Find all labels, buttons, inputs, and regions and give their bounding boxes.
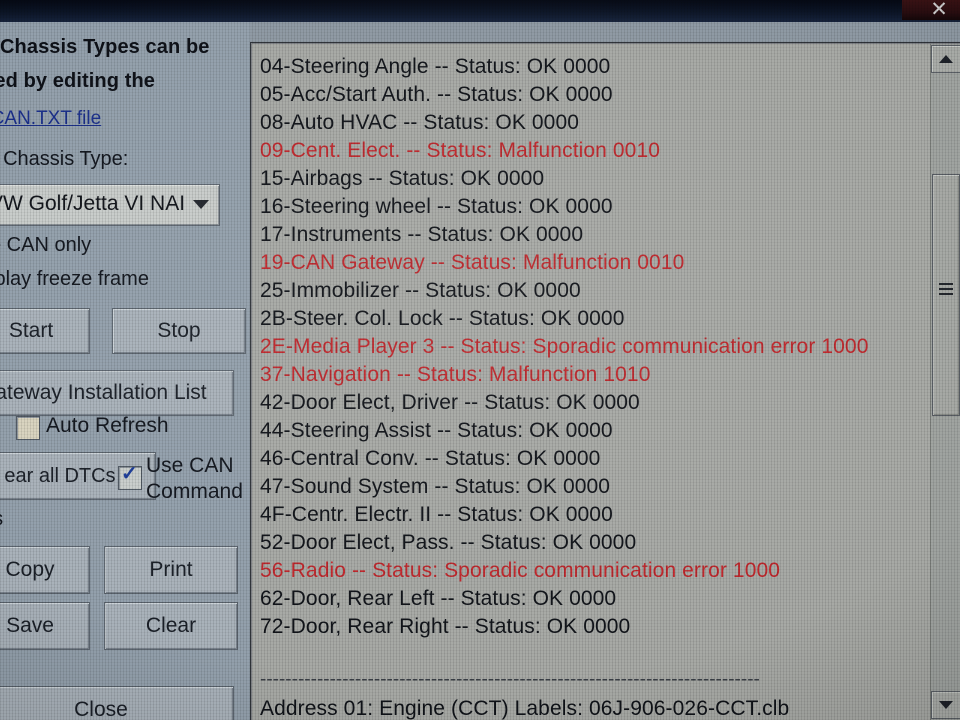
scan-result-row[interactable]: 17-Instruments -- Status: OK 0000 [255,221,927,249]
stop-button[interactable]: Stop [112,308,246,354]
scan-result-row[interactable]: 44-Steering Assist -- Status: OK 0000 [255,417,927,445]
scan-result-row[interactable]: 16-Steering wheel -- Status: OK 0000 [255,193,927,221]
use-can-command-label-line1: Use CAN [146,454,234,477]
chevron-down-icon[interactable] [193,200,209,209]
copy-button[interactable]: Copy [0,546,90,594]
scan-result-row[interactable]: 05-Acc/Start Auth. -- Status: OK 0000 [255,81,927,109]
chassis-type-label: ct Chassis Type: [0,148,129,170]
clear-button[interactable]: Clear [104,602,238,650]
scan-result-row[interactable]: 25-Immobilizer -- Status: OK 0000 [255,277,927,305]
autoscan-txt-link[interactable]: SCAN.TXT file [0,108,101,130]
scan-results-rows: 04-Steering Angle -- Status: OK 0000 05-A… [255,53,927,720]
scan-result-row[interactable]: 2E-Media Player 3 -- Status: Sporadic co… [255,333,927,361]
scrollbar-grip-icon [939,283,953,296]
print-button[interactable]: Print [104,546,238,594]
use-can-only-label[interactable]: se CAN only [0,234,91,257]
triangle-down-icon [939,701,953,709]
scan-result-row[interactable]: 72-Door, Rear Right -- Status: OK 0000 [255,613,927,641]
results-group-label: ults [0,508,3,531]
scan-result-row[interactable]: 46-Central Conv. -- Status: OK 0000 [255,445,927,473]
auto-refresh-label[interactable]: Auto Refresh [46,414,169,438]
scan-result-row[interactable]: 56-Radio -- Status: Sporadic communicati… [255,557,927,585]
scan-result-row[interactable]: 62-Door, Rear Left -- Status: OK 0000 [255,585,927,613]
scan-result-row[interactable]: 19-CAN Gateway -- Status: Malfunction 00… [255,249,927,277]
controller-address-line[interactable]: Address 01: Engine (CCT) Labels: 06J-906… [255,695,927,720]
scan-result-row[interactable]: 09-Cent. Elect. -- Status: Malfunction 0… [255,137,927,165]
use-can-command-checkbox[interactable] [118,463,142,490]
chassis-hint-line2: fied by editing the [0,70,156,92]
scroll-down-button[interactable] [931,691,960,719]
scan-result-row[interactable]: 4F-Centr. Electr. II -- Status: OK 0000 [255,501,927,529]
scan-result-row[interactable]: 52-Door Elect, Pass. -- Status: OK 0000 [255,529,927,557]
close-icon[interactable]: ✕ [926,0,952,22]
scan-result-row[interactable]: 08-Auto HVAC -- Status: OK 0000 [255,109,927,137]
close-button[interactable]: Close [0,686,234,720]
scan-result-row[interactable]: 04-Steering Angle -- Status: OK 0000 [255,53,927,81]
gateway-installation-list-button[interactable]: ateway Installation List [0,370,234,416]
list-separator: ----------------------------------------… [260,669,760,690]
chassis-hint-line1: Chassis Types can be [0,36,210,58]
scroll-up-button[interactable] [931,45,960,73]
scan-result-row[interactable]: 2B-Steer. Col. Lock -- Status: OK 0000 [255,305,927,333]
desktop-top-strip [0,0,960,22]
dialog-inner-content: Chassis Types can be fied by editing the… [0,22,250,720]
scan-results-listbox[interactable]: 04-Steering Angle -- Status: OK 0000 05-A… [250,42,960,720]
monitor-photo-screen: ✕ Chassis Types can be fied by editing t… [0,0,960,720]
save-button[interactable]: Save [0,602,90,650]
chassis-type-value: VW Golf/Jetta VI NAI [0,192,186,215]
autoscan-dialog-panel: Chassis Types can be fied by editing the… [0,22,250,720]
scan-result-row[interactable]: 37-Navigation -- Status: Malfunction 101… [255,361,927,389]
scan-result-row[interactable]: 42-Door Elect, Driver -- Status: OK 0000 [255,389,927,417]
display-freeze-frame-label[interactable]: isplay freeze frame [0,268,149,291]
chassis-type-select[interactable]: VW Golf/Jetta VI NAI [0,184,220,226]
scan-result-row[interactable]: 47-Sound System -- Status: OK 0000 [255,473,927,501]
use-can-command-label-line2: Command [146,480,243,503]
start-button[interactable]: Start [0,308,90,354]
scan-result-row[interactable]: 15-Airbags -- Status: OK 0000 [255,165,927,193]
auto-refresh-checkbox[interactable] [16,416,40,440]
scrollbar-vertical[interactable] [930,44,960,720]
scrollbar-thumb[interactable] [932,174,960,416]
triangle-up-icon [939,55,953,63]
